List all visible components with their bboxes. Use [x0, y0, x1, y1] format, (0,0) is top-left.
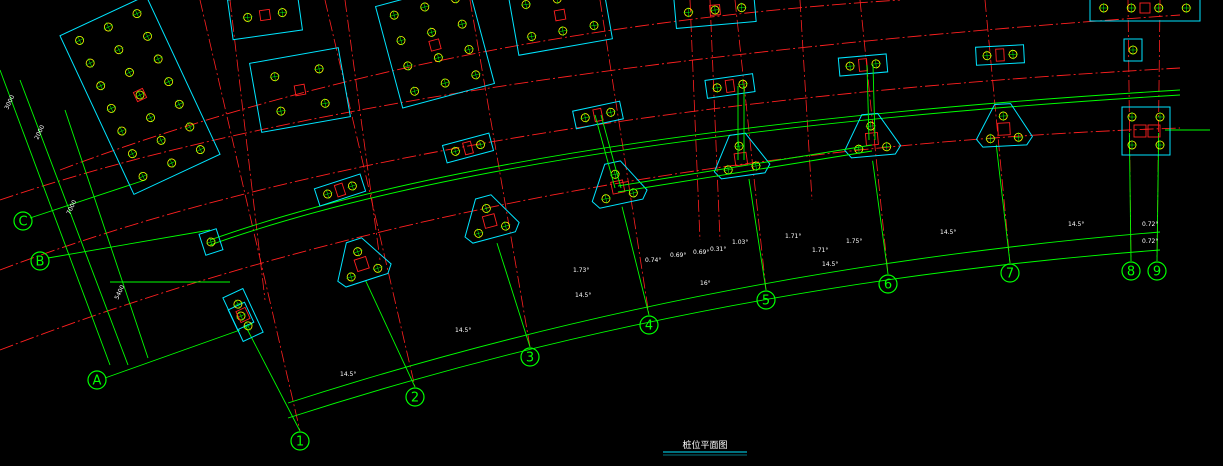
sub-angle-dimension-label: 0.31°	[710, 246, 726, 253]
angle-dimension-label: 14.5°	[455, 327, 471, 334]
angle-dimension-label: 0.72°	[1142, 221, 1158, 228]
axis-bubble-label: 9	[1153, 265, 1161, 280]
axis-bubble-label: 4	[645, 319, 653, 334]
axis-bubble-label: 5	[762, 294, 770, 309]
sub-angle-dimension-label: 0.69°	[670, 252, 686, 259]
angle-dimension-label: 16°	[700, 280, 711, 287]
angle-dimension-label: 14.5°	[340, 371, 356, 378]
angle-dimension-label: 14.5°	[822, 261, 838, 268]
axis-bubble-label: 6	[884, 278, 892, 293]
axis-bubble-label: 8	[1127, 265, 1135, 280]
sub-angle-dimension-label: 0.74°	[645, 257, 661, 264]
sub-angle-dimension-label: 1.71°	[785, 233, 801, 240]
angle-dimension-label: 14.5°	[1068, 221, 1084, 228]
drawing-title: 桩位平面图	[682, 439, 727, 451]
angle-dimension-label: 0.72°	[1142, 238, 1158, 245]
axis-bubble-label: B	[36, 255, 45, 270]
axis-bubble-label: 7	[1006, 267, 1014, 282]
sub-angle-dimension-label: 1.03°	[732, 239, 748, 246]
sub-angle-dimension-label: 1.71°	[812, 247, 828, 254]
angle-dimension-label: 14.5°	[575, 292, 591, 299]
axis-bubble-label: 3	[526, 351, 534, 366]
axis-bubble-label: 1	[296, 435, 304, 450]
axis-bubble-label: 2	[411, 391, 419, 406]
axis-bubble-label: C	[18, 215, 27, 230]
background	[0, 0, 1223, 466]
cad-drawing-canvas: 14.5° 14.5° 14.5° 16° 14.5° 14.5° 14.5° 0.72° 0.…	[0, 0, 1223, 466]
angle-dimension-label: 14.5°	[940, 229, 956, 236]
sub-angle-dimension-label: 1.75°	[846, 238, 862, 245]
sub-angle-dimension-label: 1.73°	[573, 267, 589, 274]
sub-angle-dimension-label: 0.69°	[693, 249, 709, 256]
axis-bubble-label: A	[93, 374, 102, 389]
